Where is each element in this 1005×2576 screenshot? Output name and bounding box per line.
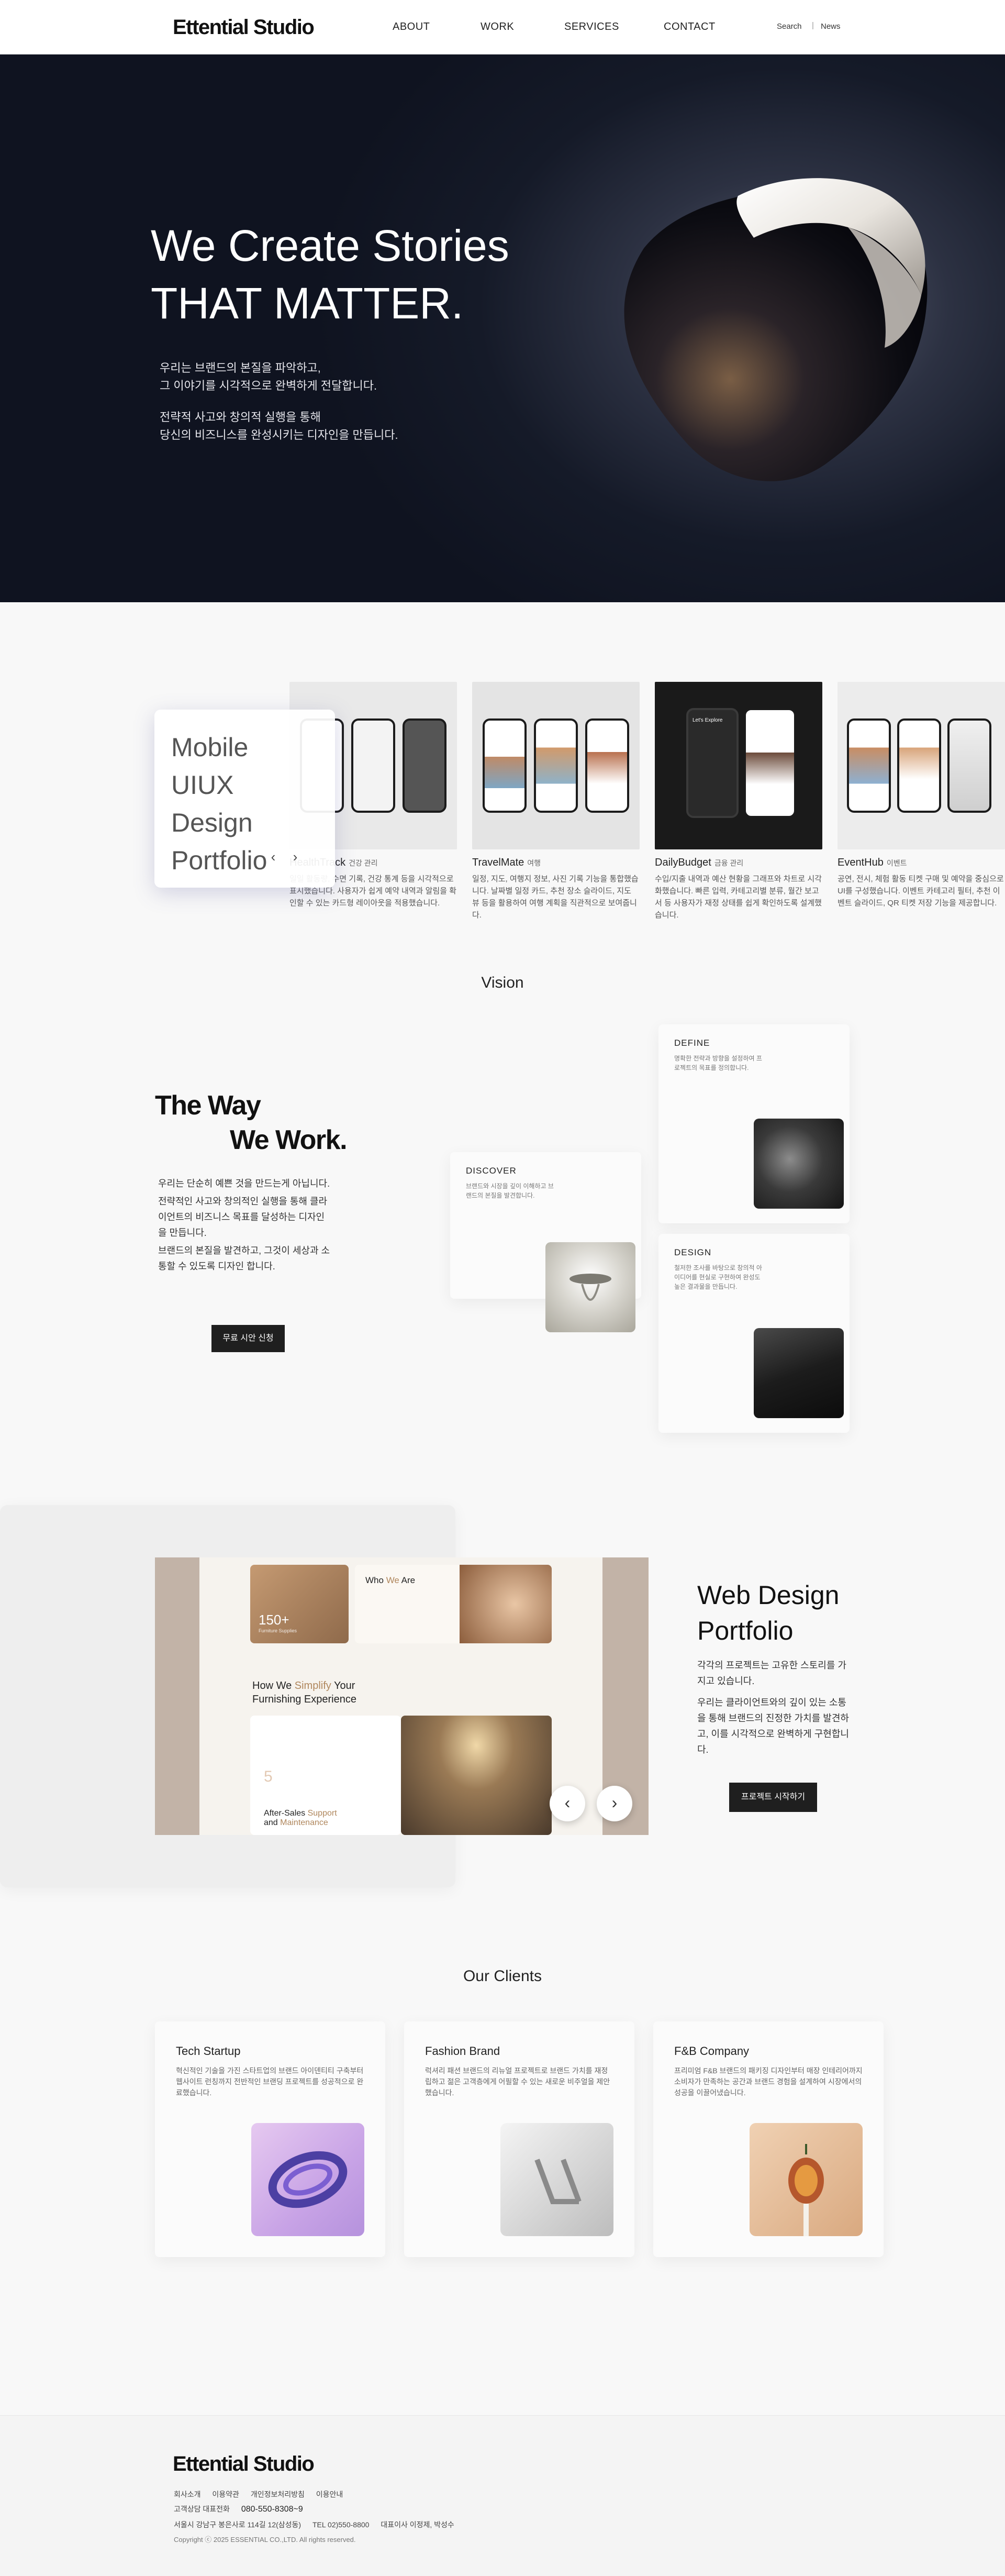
portfolio-card-desc: 공연, 전시, 체험 활동 티켓 구매 및 예약을 중심으로 UI를 구성했습니… [838, 875, 1004, 908]
hero-title: We Create Stories THAT MATTER. [151, 221, 509, 328]
client-title: Fashion Brand [425, 2044, 500, 2058]
fnb-food-image [750, 2123, 863, 2236]
portfolio-card-dailybudget[interactable]: Let's Explore DailyBudget 금융 관리 수입/지출 내역과… [655, 682, 822, 921]
portfolio-card-eventhub[interactable]: EventHub 이벤트 공연, 전시, 체험 활동 티켓 구매 및 예약을 중심… [838, 682, 1005, 909]
footer-tel: TEL 02)550-8800 [312, 2520, 370, 2529]
hero-section: We Create Stories THAT MATTER. 우리는 브랜드의 … [0, 54, 1005, 602]
hero-description-1: 우리는 브랜드의 본질을 파악하고, 그 이야기를 시각적으로 완벽하게 전달합… [160, 361, 377, 392]
footer-link-guide[interactable]: 이용안내 [316, 2490, 343, 2498]
news-link[interactable]: News [821, 22, 841, 31]
site-logo[interactable]: Ettential Studio [173, 16, 315, 39]
clients-label: Our Clients [463, 1967, 542, 1985]
chevron-right-icon[interactable]: › [286, 849, 304, 867]
mobile-portfolio-panel: Mobile UIUX Design Portfolio ‹ › [154, 710, 335, 888]
portfolio-image [838, 682, 1005, 849]
footer-contact: 고객상담 대표전화 080-550-8308~9 [174, 2504, 312, 2514]
way-title: The Way We Work. [155, 1090, 348, 1155]
search-link[interactable]: Search [777, 22, 802, 31]
portfolio-card-desc: 수입/지출 내역과 예산 현황을 그래프와 차트로 시각화했습니다. 빠른 입력… [655, 875, 822, 920]
web-portfolio-desc-1: 각각의 프로젝트는 고유한 스토리를 가지고 있습니다. [697, 1660, 846, 1686]
hero-3d-shape [624, 178, 928, 481]
client-title: Tech Startup [176, 2044, 241, 2058]
web-portfolio-desc-2: 우리는 클라이언트와의 깊이 있는 소통을 통해 브랜드의 진정한 가치를 발견… [697, 1697, 849, 1755]
footer-logo[interactable]: Ettential Studio [173, 2452, 315, 2476]
footer-address: 서울시 강남구 봉은사로 114길 12(삼성동) TEL 02)550-880… [174, 2519, 464, 2530]
chevron-left-icon[interactable]: ‹ [264, 849, 282, 867]
footer-copyright: Copyright ⓒ 2025 ESSENTIAL CO.,LTD. All … [174, 2536, 356, 2544]
web-portfolio-title: Web Design Portfolio [697, 1580, 840, 1645]
footer-link-about[interactable]: 회사소개 [174, 2490, 201, 2498]
site-header: Ettential Studio ABOUT WORK SERVICES CON… [0, 0, 1005, 54]
step-title: DISCOVER [466, 1166, 517, 1176]
step-card-design: DESIGN 철저한 조사를 바탕으로 창의적 아이디어를 현실로 구현하여 완… [658, 1234, 850, 1433]
start-project-button[interactable]: 프로젝트 시작하기 [729, 1783, 817, 1812]
footer-rep-label: 고객상담 대표전화 [174, 2505, 230, 2513]
client-card-tech[interactable]: Tech Startup 혁신적인 기술을 가진 스타트업의 브랜드 아이덴티티… [155, 2021, 385, 2257]
free-draft-button[interactable]: 무료 시안 신청 [211, 1325, 285, 1352]
client-desc: 혁신적인 기술을 가진 스타트업의 브랜드 아이덴티티 구축부터 웹사이트 런칭… [176, 2066, 364, 2097]
hero-description-2: 전략적 사고와 창의적 실행을 통해 당신의 비즈니스를 완성시키는 디자인을 … [160, 411, 398, 441]
way-description: 우리는 단순히 예쁜 것을 만드는게 아닙니다. 전략적인 사고와 창의적인 실… [158, 1178, 330, 1272]
client-card-fashion[interactable]: Fashion Brand 럭셔리 패션 브랜드의 리뉴얼 프로젝트로 브랜드 … [404, 2021, 634, 2257]
water-splash-image [545, 1242, 635, 1332]
nav-work[interactable]: WORK [481, 21, 514, 33]
client-card-fnb[interactable]: F&B Company 프리미엄 F&B 브랜드의 패키징 디자인부터 매장 인… [653, 2021, 884, 2257]
portfolio-image [472, 682, 640, 849]
web-prev-button[interactable]: ‹ [550, 1786, 585, 1821]
footer-rep-phone: 080-550-8308~9 [241, 2505, 303, 2514]
client-desc: 프리미엄 F&B 브랜드의 패키징 디자인부터 매장 인테리어까지 소비자가 만… [674, 2066, 863, 2097]
portfolio-card-desc: 일정, 지도, 여행지 정보, 사진 기록 기능을 통합했습니다. 날짜별 일정… [472, 875, 639, 920]
step-title: DESIGN [674, 1247, 712, 1257]
portfolio-card-travelmate[interactable]: TravelMate 여행 일정, 지도, 여행지 정보, 사진 기록 기능을 통… [472, 682, 640, 921]
robot-hand-image [754, 1119, 844, 1209]
footer-link-privacy[interactable]: 개인정보처리방침 [251, 2490, 305, 2498]
footer-link-terms[interactable]: 이용약관 [212, 2490, 239, 2498]
header-separator: | [812, 21, 814, 30]
fashion-monogram-image [500, 2123, 613, 2236]
step-desc: 브랜드와 시장을 깊이 이해하고 브랜드의 본질을 발견합니다. [466, 1182, 554, 1199]
portfolio-card-title: EventHub 이벤트 [838, 857, 907, 868]
portfolio-card-title: TravelMate 여행 [472, 857, 541, 868]
footer-ceo: 대표이사 이정제, 박성수 [381, 2520, 454, 2529]
keyboard-image [754, 1328, 844, 1418]
nav-services[interactable]: SERVICES [564, 21, 619, 33]
tech-logo-image [251, 2123, 364, 2236]
footer-address-text: 서울시 강남구 봉은사로 114길 12(삼성동) [174, 2520, 302, 2529]
client-title: F&B Company [674, 2044, 750, 2058]
step-card-discover: DISCOVER 브랜드와 시장을 깊이 이해하고 브랜드의 본질을 발견합니다… [450, 1152, 641, 1332]
step-desc: 명확한 전략과 방향을 설정하여 프로젝트의 목표를 정의합니다. [674, 1055, 762, 1071]
step-title: DEFINE [674, 1038, 710, 1048]
footer-links: 회사소개 이용약관 개인정보처리방침 이용안내 [174, 2489, 352, 2500]
web-next-button[interactable]: › [597, 1786, 632, 1821]
step-card-define: DEFINE 명확한 전략과 방향을 설정하여 프로젝트의 목표를 정의합니다. [658, 1024, 850, 1223]
portfolio-image: Let's Explore [655, 682, 822, 849]
nav-contact[interactable]: CONTACT [664, 21, 716, 33]
step-desc: 철저한 조사를 바탕으로 창의적 아이디어를 현실로 구현하여 완성도 높은 결… [674, 1264, 762, 1290]
client-desc: 럭셔리 패션 브랜드의 리뉴얼 프로젝트로 브랜드 가치를 재정립하고 젊은 고… [425, 2066, 610, 2097]
portfolio-card-title: DailyBudget 금융 관리 [655, 857, 744, 868]
nav-about[interactable]: ABOUT [393, 21, 430, 33]
vision-label: Vision [481, 974, 524, 991]
site-footer: Ettential Studio 회사소개 이용약관 개인정보처리방침 이용안내… [0, 2415, 1005, 2576]
